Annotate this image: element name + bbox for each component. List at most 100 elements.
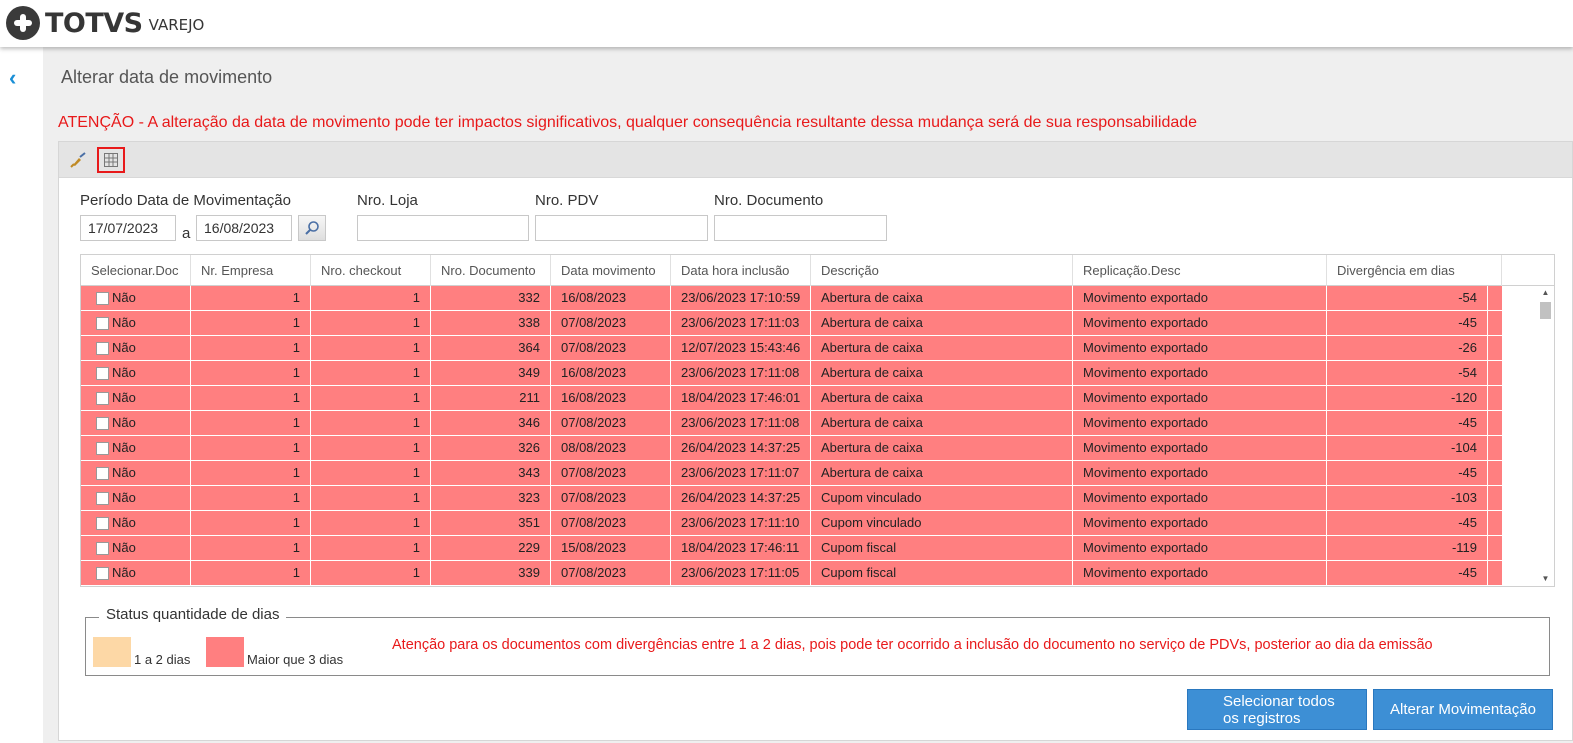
select-doc-cell[interactable]: Não: [81, 536, 191, 560]
table-row[interactable]: Não 1 1 332 16/08/2023 23/06/2023 17:10:59 Abe…: [81, 286, 1502, 311]
table-cell: 339: [431, 561, 551, 585]
table-cell: Movimento exportado: [1073, 361, 1327, 385]
select-checkbox[interactable]: [96, 491, 109, 505]
table-row[interactable]: Não 1 1 349 16/08/2023 23/06/2023 17:11:08 Abe…: [81, 361, 1502, 386]
table-cell: 1: [311, 561, 431, 585]
scroll-thumb[interactable]: [1540, 302, 1551, 319]
table-cell: 07/08/2023: [551, 336, 671, 360]
brand-name: TOTVS: [45, 7, 143, 39]
select-doc-cell[interactable]: Não: [81, 461, 191, 485]
back-arrow-icon[interactable]: ‹: [9, 67, 27, 89]
select-doc-cell[interactable]: Não: [81, 286, 191, 310]
table-cell: -119: [1327, 536, 1488, 560]
table-cell: 332: [431, 286, 551, 310]
table-row[interactable]: Não 1 1 339 07/08/2023 23/06/2023 17:11:05 Cup…: [81, 561, 1502, 586]
table-cell: 18/04/2023 17:46:01: [671, 386, 811, 410]
table-cell: 1: [191, 486, 311, 510]
column-header[interactable]: Data hora inclusão: [671, 255, 811, 286]
select-checkbox[interactable]: [96, 541, 109, 555]
date-from-input[interactable]: [80, 215, 176, 241]
select-doc-cell[interactable]: Não: [81, 511, 191, 535]
select-doc-value: Não: [112, 365, 136, 380]
table-row[interactable]: Não 1 1 326 08/08/2023 26/04/2023 14:37:25 Abe…: [81, 436, 1502, 461]
loja-input[interactable]: [357, 215, 529, 241]
column-header[interactable]: Descrição: [811, 255, 1073, 286]
scroll-up-icon[interactable]: ▲: [1537, 286, 1554, 300]
table-cell: Movimento exportado: [1073, 461, 1327, 485]
select-doc-cell[interactable]: Não: [81, 361, 191, 385]
table-cell: 07/08/2023: [551, 511, 671, 535]
pdv-input[interactable]: [535, 215, 708, 241]
table-cell: 15/08/2023: [551, 536, 671, 560]
table-row[interactable]: Não 1 1 211 16/08/2023 18/04/2023 17:46:01 Abe…: [81, 386, 1502, 411]
select-doc-cell[interactable]: Não: [81, 486, 191, 510]
broom-icon[interactable]: [65, 147, 93, 173]
column-header[interactable]: Selecionar.Doc: [81, 255, 191, 286]
documento-input[interactable]: [714, 215, 887, 241]
alter-movement-button[interactable]: Alterar Movimentação: [1373, 689, 1553, 730]
select-checkbox[interactable]: [96, 516, 109, 530]
table-cell: 1: [191, 461, 311, 485]
select-checkbox[interactable]: [96, 366, 109, 380]
select-checkbox[interactable]: [96, 566, 109, 580]
column-header[interactable]: Divergência em dias: [1327, 255, 1502, 286]
table-cell: 351: [431, 511, 551, 535]
table-cell: 16/08/2023: [551, 286, 671, 310]
table-row[interactable]: Não 1 1 343 07/08/2023 23/06/2023 17:11:07 Abe…: [81, 461, 1502, 486]
select-checkbox[interactable]: [96, 341, 109, 355]
table-cell: Cupom vinculado: [811, 486, 1073, 510]
table-cell: 1: [311, 311, 431, 335]
totvs-logo-icon: [6, 6, 40, 40]
date-to-input[interactable]: [196, 215, 292, 241]
table-row[interactable]: Não 1 1 364 07/08/2023 12/07/2023 15:43:46 Abe…: [81, 336, 1502, 361]
table-cell: Movimento exportado: [1073, 411, 1327, 435]
select-checkbox[interactable]: [96, 416, 109, 430]
select-doc-cell[interactable]: Não: [81, 311, 191, 335]
select-checkbox[interactable]: [96, 441, 109, 455]
table-cell: -26: [1327, 336, 1488, 360]
grid-scrollbar[interactable]: ▲ ▼: [1537, 286, 1554, 586]
table-cell: 1: [311, 386, 431, 410]
search-button[interactable]: [298, 215, 326, 241]
select-checkbox[interactable]: [96, 466, 109, 480]
period-label: Período Data de Movimentação: [80, 192, 291, 209]
pdv-label: Nro. PDV: [535, 192, 599, 209]
select-checkbox[interactable]: [96, 316, 109, 330]
top-bar: TOTVS VAREJO: [0, 0, 1573, 47]
select-doc-cell[interactable]: Não: [81, 411, 191, 435]
column-header[interactable]: Nro. checkout: [311, 255, 431, 286]
select-doc-cell[interactable]: Não: [81, 336, 191, 360]
table-cell: 26/04/2023 14:37:25: [671, 436, 811, 460]
select-doc-cell[interactable]: Não: [81, 386, 191, 410]
table-row[interactable]: Não 1 1 323 07/08/2023 26/04/2023 14:37:25 Cup…: [81, 486, 1502, 511]
grid-icon[interactable]: [97, 147, 125, 173]
select-doc-cell[interactable]: Não: [81, 436, 191, 460]
table-cell: Movimento exportado: [1073, 511, 1327, 535]
table-cell: 26/04/2023 14:37:25: [671, 486, 811, 510]
column-header[interactable]: Nro. Documento: [431, 255, 551, 286]
column-header[interactable]: Data movimento: [551, 255, 671, 286]
select-all-button[interactable]: Selecionar todos os registros: [1187, 689, 1367, 730]
table-row[interactable]: Não 1 1 338 07/08/2023 23/06/2023 17:11:03 Abe…: [81, 311, 1502, 336]
scroll-down-icon[interactable]: ▼: [1537, 572, 1554, 586]
table-row[interactable]: Não 1 1 346 07/08/2023 23/06/2023 17:11:08 Abe…: [81, 411, 1502, 436]
select-doc-cell[interactable]: Não: [81, 561, 191, 585]
table-row[interactable]: Não 1 1 351 07/08/2023 23/06/2023 17:11:10 Cup…: [81, 511, 1502, 536]
select-doc-value: Não: [112, 565, 136, 580]
table-cell: 07/08/2023: [551, 561, 671, 585]
select-checkbox[interactable]: [96, 291, 109, 305]
table-cell: Movimento exportado: [1073, 436, 1327, 460]
table-cell: Movimento exportado: [1073, 386, 1327, 410]
select-checkbox[interactable]: [96, 391, 109, 405]
table-cell: 1: [191, 436, 311, 460]
product-name: VAREJO: [148, 16, 205, 34]
column-header[interactable]: Nr. Empresa: [191, 255, 311, 286]
status-legend: Status quantidade de dias 1 a 2 dias Mai…: [85, 606, 1550, 676]
table-cell: -103: [1327, 486, 1488, 510]
table-row[interactable]: Não 1 1 229 15/08/2023 18/04/2023 17:46:11 Cup…: [81, 536, 1502, 561]
column-header[interactable]: Replicação.Desc: [1073, 255, 1327, 286]
legend-note: Atenção para os documentos com divergênc…: [392, 637, 1433, 653]
table-cell: 1: [311, 411, 431, 435]
table-cell: 229: [431, 536, 551, 560]
select-doc-value: Não: [112, 415, 136, 430]
